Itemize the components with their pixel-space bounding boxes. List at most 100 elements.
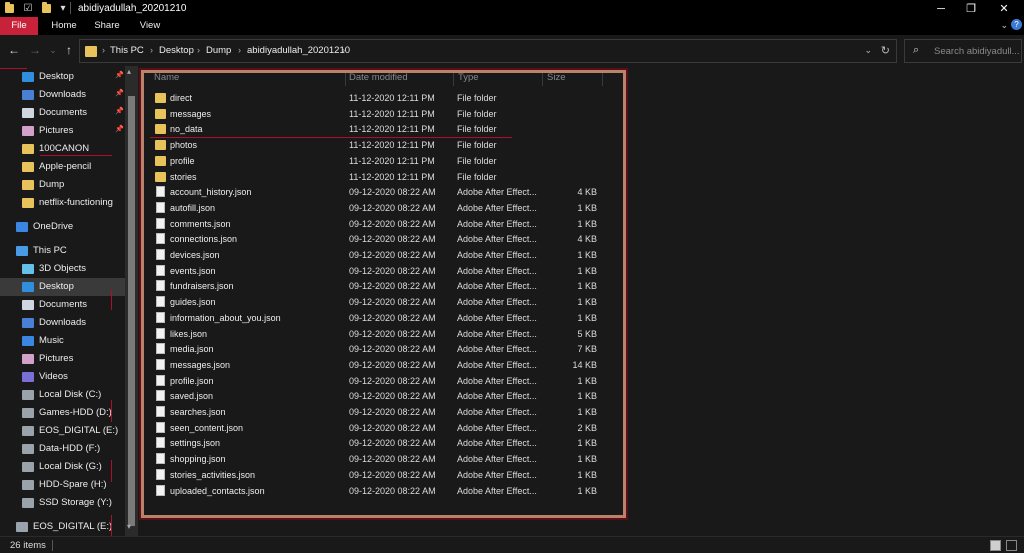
file-row[interactable]: devices.json 09-12-2020 08:22 AM Adobe Aft… xyxy=(152,248,612,263)
sidebar-scrollbar[interactable]: ▴ ▾ xyxy=(125,66,138,536)
minimize-button[interactable]: ─ xyxy=(927,0,955,17)
file-row[interactable]: information_about_you.json 09-12-2020 08:… xyxy=(152,311,612,326)
tab-file[interactable]: File xyxy=(0,17,38,35)
chevron-right-icon[interactable]: › xyxy=(238,45,241,55)
scroll-up-icon[interactable]: ▴ xyxy=(127,67,131,76)
sidebar-item-netflix-functioning[interactable]: netflix-functioning xyxy=(0,194,125,212)
chevron-down-icon[interactable]: ⌄ xyxy=(1000,20,1008,31)
back-button[interactable]: ← xyxy=(7,43,21,57)
file-row[interactable]: searches.json 09-12-2020 08:22 AM Adobe Af… xyxy=(152,405,612,420)
forward-button[interactable]: → xyxy=(28,43,42,57)
file-row[interactable]: shopping.json 09-12-2020 08:22 AM Adobe Af… xyxy=(152,452,612,467)
file-row[interactable]: stories_activities.json 09-12-2020 08:22 … xyxy=(152,468,612,483)
file-size: 1 KB xyxy=(577,312,597,323)
drive-icon xyxy=(22,498,34,508)
sidebar-item-apple-pencil[interactable]: Apple-pencil xyxy=(0,158,125,176)
file-row[interactable]: saved.json 09-12-2020 08:22 AM Adobe After… xyxy=(152,389,612,404)
sidebar-item-3d-objects[interactable]: 3D Objects xyxy=(0,260,125,278)
scroll-down-icon[interactable]: ▾ xyxy=(127,522,131,531)
sidebar-item-onedrive[interactable]: OneDrive xyxy=(0,218,125,236)
sidebar-item-ssd-storage-y[interactable]: SSD Storage (Y:) xyxy=(0,494,125,512)
sidebar-item-documents[interactable]: Documents 📌 xyxy=(0,104,125,122)
scrollbar-thumb[interactable] xyxy=(128,96,135,526)
details-view-button[interactable] xyxy=(990,540,1001,551)
file-row[interactable]: seen_content.json 09-12-2020 08:22 AM Adob… xyxy=(152,421,612,436)
sidebar-item-eos-digital-e[interactable]: EOS_DIGITAL (E:) xyxy=(0,518,125,536)
sidebar-item-hdd-spare-h[interactable]: HDD-Spare (H:) xyxy=(0,476,125,494)
recent-locations-button[interactable]: ⌄ xyxy=(46,45,60,56)
chevron-right-icon[interactable]: › xyxy=(150,45,153,55)
sidebar-item-data-hdd-f[interactable]: Data-HDD (F:) xyxy=(0,440,125,458)
sidebar-item-eos-digital-e[interactable]: EOS_DIGITAL (E:) xyxy=(0,422,125,440)
file-row[interactable]: stories 11-12-2020 12:11 PM File folder xyxy=(152,170,612,185)
help-icon[interactable]: ? xyxy=(1011,19,1022,30)
customize-toolbar-icon[interactable]: ▾ xyxy=(57,2,69,14)
sidebar-item-desktop[interactable]: Desktop xyxy=(0,278,125,296)
tab-share[interactable]: Share xyxy=(89,17,125,35)
file-row[interactable]: messages 11-12-2020 12:11 PM File folder xyxy=(152,107,612,122)
file-row[interactable]: likes.json 09-12-2020 08:22 AM Adobe After… xyxy=(152,327,612,342)
chevron-right-icon[interactable]: › xyxy=(197,45,200,55)
file-row[interactable]: profile 11-12-2020 12:11 PM File folder xyxy=(152,154,612,169)
file-row[interactable]: comments.json 09-12-2020 08:22 AM Adobe Af… xyxy=(152,217,612,232)
large-icons-view-button[interactable] xyxy=(1006,540,1017,551)
file-name: searches.json xyxy=(170,407,226,417)
close-button[interactable]: ✕ xyxy=(990,0,1018,17)
sidebar-item-downloads[interactable]: Downloads 📌 xyxy=(0,86,125,104)
sidebar-item-label: Pictures xyxy=(39,353,74,364)
sidebar-item-dump[interactable]: Dump xyxy=(0,176,125,194)
sidebar-item-music[interactable]: Music xyxy=(0,332,125,350)
breadcrumb-current[interactable]: abidiyadullah_20201210 xyxy=(247,45,350,56)
up-button[interactable]: ↑ xyxy=(62,43,76,57)
status-bar: 26 items xyxy=(0,536,1024,553)
file-row[interactable]: connections.json 09-12-2020 08:22 AM Adobe… xyxy=(152,232,612,247)
folder-icon xyxy=(155,140,166,151)
sidebar-item-documents[interactable]: Documents xyxy=(0,296,125,314)
file-row[interactable]: autofill.json 09-12-2020 08:22 AM Adobe Af… xyxy=(152,201,612,216)
file-date: 09-12-2020 08:22 AM xyxy=(349,265,436,276)
sidebar-item-pictures[interactable]: Pictures xyxy=(0,350,125,368)
address-bar[interactable]: › This PC › Desktop › Dump › abidiyadull… xyxy=(79,39,897,63)
folder-icon xyxy=(155,171,166,182)
file-row[interactable]: photos 11-12-2020 12:11 PM File folder xyxy=(152,138,612,153)
new-folder-icon[interactable] xyxy=(40,1,52,14)
file-row[interactable]: fundraisers.json 09-12-2020 08:22 AM Adobe… xyxy=(152,279,612,294)
navigation-bar: ← → ⌄ ↑ › This PC › Desktop › Dump › abi… xyxy=(0,35,1024,66)
file-row[interactable]: profile.json 09-12-2020 08:22 AM Adobe Aft… xyxy=(152,374,612,389)
breadcrumb-desktop[interactable]: Desktop xyxy=(159,45,194,56)
pin-icon[interactable]: 📌 xyxy=(115,107,124,115)
sidebar-item-this-pc[interactable]: This PC xyxy=(0,242,125,260)
chevron-down-icon[interactable]: ⌄ xyxy=(864,45,872,56)
chevron-right-icon[interactable]: › xyxy=(102,45,105,55)
chevron-right-icon[interactable]: › xyxy=(342,45,345,55)
file-row[interactable]: settings.json 09-12-2020 08:22 AM Adobe Af… xyxy=(152,436,612,451)
file-row[interactable]: direct 11-12-2020 12:11 PM File folder xyxy=(152,91,612,106)
breadcrumb-this-pc[interactable]: This PC xyxy=(110,45,144,56)
file-row[interactable]: guides.json 09-12-2020 08:22 AM Adobe Afte… xyxy=(152,295,612,310)
properties-icon[interactable]: ☑ xyxy=(22,2,34,14)
file-row[interactable]: no_data 11-12-2020 12:11 PM File folder xyxy=(152,122,612,137)
sidebar-item-downloads[interactable]: Downloads xyxy=(0,314,125,332)
sidebar-item-pictures[interactable]: Pictures 📌 xyxy=(0,122,125,140)
pin-icon[interactable]: 📌 xyxy=(115,71,124,79)
file-row[interactable]: media.json 09-12-2020 08:22 AM Adobe After… xyxy=(152,342,612,357)
pin-icon[interactable]: 📌 xyxy=(115,125,124,133)
tab-home[interactable]: Home xyxy=(46,17,82,35)
sidebar-item-local-disk-c[interactable]: Local Disk (C:) xyxy=(0,386,125,404)
file-row[interactable]: account_history.json 09-12-2020 08:22 AM A… xyxy=(152,185,612,200)
file-size: 1 KB xyxy=(577,297,597,308)
sidebar-item-local-disk-g[interactable]: Local Disk (G:) xyxy=(0,458,125,476)
maximize-button[interactable]: ❐ xyxy=(957,0,985,17)
sidebar-item-videos[interactable]: Videos xyxy=(0,368,125,386)
tab-view[interactable]: View xyxy=(133,17,167,35)
pin-icon[interactable]: 📌 xyxy=(115,89,124,97)
search-box[interactable]: ⌕ Search abidiyadull... xyxy=(904,39,1022,63)
refresh-icon[interactable]: ↻ xyxy=(881,44,890,57)
file-row[interactable]: uploaded_contacts.json 09-12-2020 08:22 A… xyxy=(152,484,612,499)
file-row[interactable]: messages.json 09-12-2020 08:22 AM Adobe Af… xyxy=(152,358,612,373)
sidebar-item-desktop[interactable]: Desktop 📌 xyxy=(0,68,125,86)
file-date: 09-12-2020 08:22 AM xyxy=(349,454,436,465)
sidebar-item-games-hdd-d[interactable]: Games-HDD (D:) xyxy=(0,404,125,422)
file-row[interactable]: events.json 09-12-2020 08:22 AM Adobe Afte… xyxy=(152,264,612,279)
breadcrumb-dump[interactable]: Dump xyxy=(206,45,231,56)
